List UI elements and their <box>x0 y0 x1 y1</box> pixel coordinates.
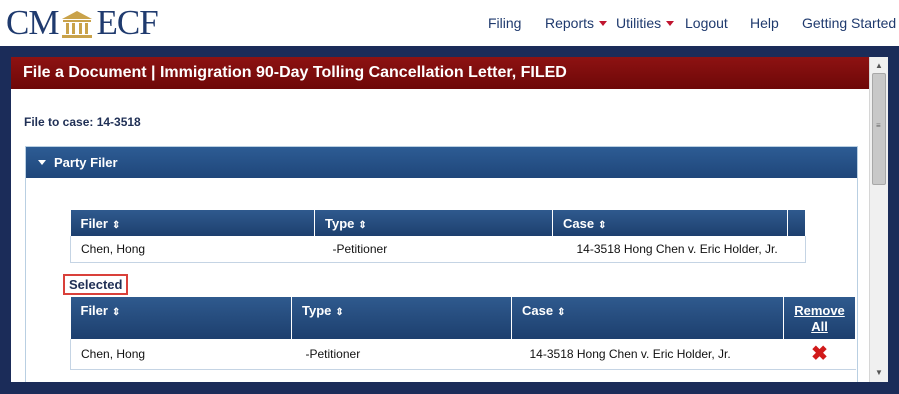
column-header-spacer <box>787 210 806 236</box>
selected-parties-table: Filer ⇕ Type ⇕ Case ⇕ Remove All Chen, Hong … <box>70 297 856 370</box>
column-header-type[interactable]: Type ⇕ <box>291 297 512 339</box>
cell-filer: Chen, Hong <box>70 236 315 263</box>
red-x-icon[interactable]: ✖ <box>811 343 828 365</box>
column-header-filer[interactable]: Filer ⇕ <box>70 210 315 236</box>
nav-getting-started[interactable]: Getting Started <box>802 15 896 31</box>
cell-case: 14-3518 Hong Chen v. Eric Holder, Jr. <box>552 236 806 263</box>
nav-reports-label: Reports <box>545 15 595 31</box>
dropdown-caret-icon <box>599 20 608 26</box>
table-row[interactable]: Chen, Hong -Petitioner 14-3518 Hong Chen… <box>70 339 856 370</box>
column-header-case[interactable]: Case ⇕ <box>552 210 788 236</box>
nav-help[interactable]: Help <box>750 15 779 31</box>
sort-updown-icon: ⇕ <box>335 307 344 318</box>
triangle-down-icon <box>38 160 46 165</box>
selected-heading: Selected <box>63 274 129 295</box>
cmecf-logo[interactable]: CM ECF <box>6 3 159 42</box>
cell-type: -Petitioner <box>291 339 512 370</box>
party-filer-header[interactable]: Party Filer <box>26 147 857 178</box>
courthouse-icon <box>60 8 94 38</box>
cell-case: 14-3518 Hong Chen v. Eric Holder, Jr. <box>511 339 784 370</box>
scrollbar-thumb[interactable]: ≡ <box>872 73 886 185</box>
available-parties-table: Filer ⇕ Type ⇕ Case ⇕ Chen, Hong -Petitione… <box>70 210 806 263</box>
sort-updown-icon: ⇕ <box>111 307 121 318</box>
column-header-filer[interactable]: Filer ⇕ <box>70 297 292 339</box>
dropdown-caret-icon <box>666 20 675 26</box>
logo-text-left: CM <box>6 3 59 42</box>
scroll-down-arrow-icon[interactable]: ▼ <box>870 366 888 380</box>
nav-utilities[interactable]: Utilities <box>616 15 675 31</box>
sort-updown-icon: ⇕ <box>358 219 367 231</box>
page-title: File a Document | Immigration 90-Day Tol… <box>11 57 869 89</box>
table-row[interactable]: Chen, Hong -Petitioner 14-3518 Hong Chen… <box>70 236 806 263</box>
sort-updown-icon: ⇕ <box>598 219 607 231</box>
column-header-type[interactable]: Type ⇕ <box>314 210 553 236</box>
nav-filing[interactable]: Filing <box>488 15 521 31</box>
sort-updown-icon: ⇕ <box>111 219 121 231</box>
cell-filer: Chen, Hong <box>70 339 292 370</box>
vertical-scrollbar[interactable]: ▲ ≡ ▼ <box>869 57 888 382</box>
logo-text-right: ECF <box>96 3 158 42</box>
party-filer-title: Party Filer <box>54 155 118 170</box>
remove-all-link[interactable]: Remove All <box>783 297 856 339</box>
sort-updown-icon: ⇕ <box>557 307 566 318</box>
nav-logout[interactable]: Logout <box>685 15 728 31</box>
top-bar: CM ECF Filing Reports Utilities Logout H… <box>0 0 899 46</box>
nav-reports[interactable]: Reports <box>545 15 608 31</box>
scroll-up-arrow-icon[interactable]: ▲ <box>870 59 888 73</box>
main-content: File a Document | Immigration 90-Day Tol… <box>11 57 869 382</box>
cell-type: -Petitioner <box>314 236 553 263</box>
remove-row-cell: ✖ <box>783 339 856 370</box>
case-label: File to case: 14-3518 <box>24 115 141 129</box>
grip-icon: ≡ <box>876 121 881 130</box>
column-header-case[interactable]: Case ⇕ <box>511 297 784 339</box>
nav-utilities-label: Utilities <box>616 15 662 31</box>
